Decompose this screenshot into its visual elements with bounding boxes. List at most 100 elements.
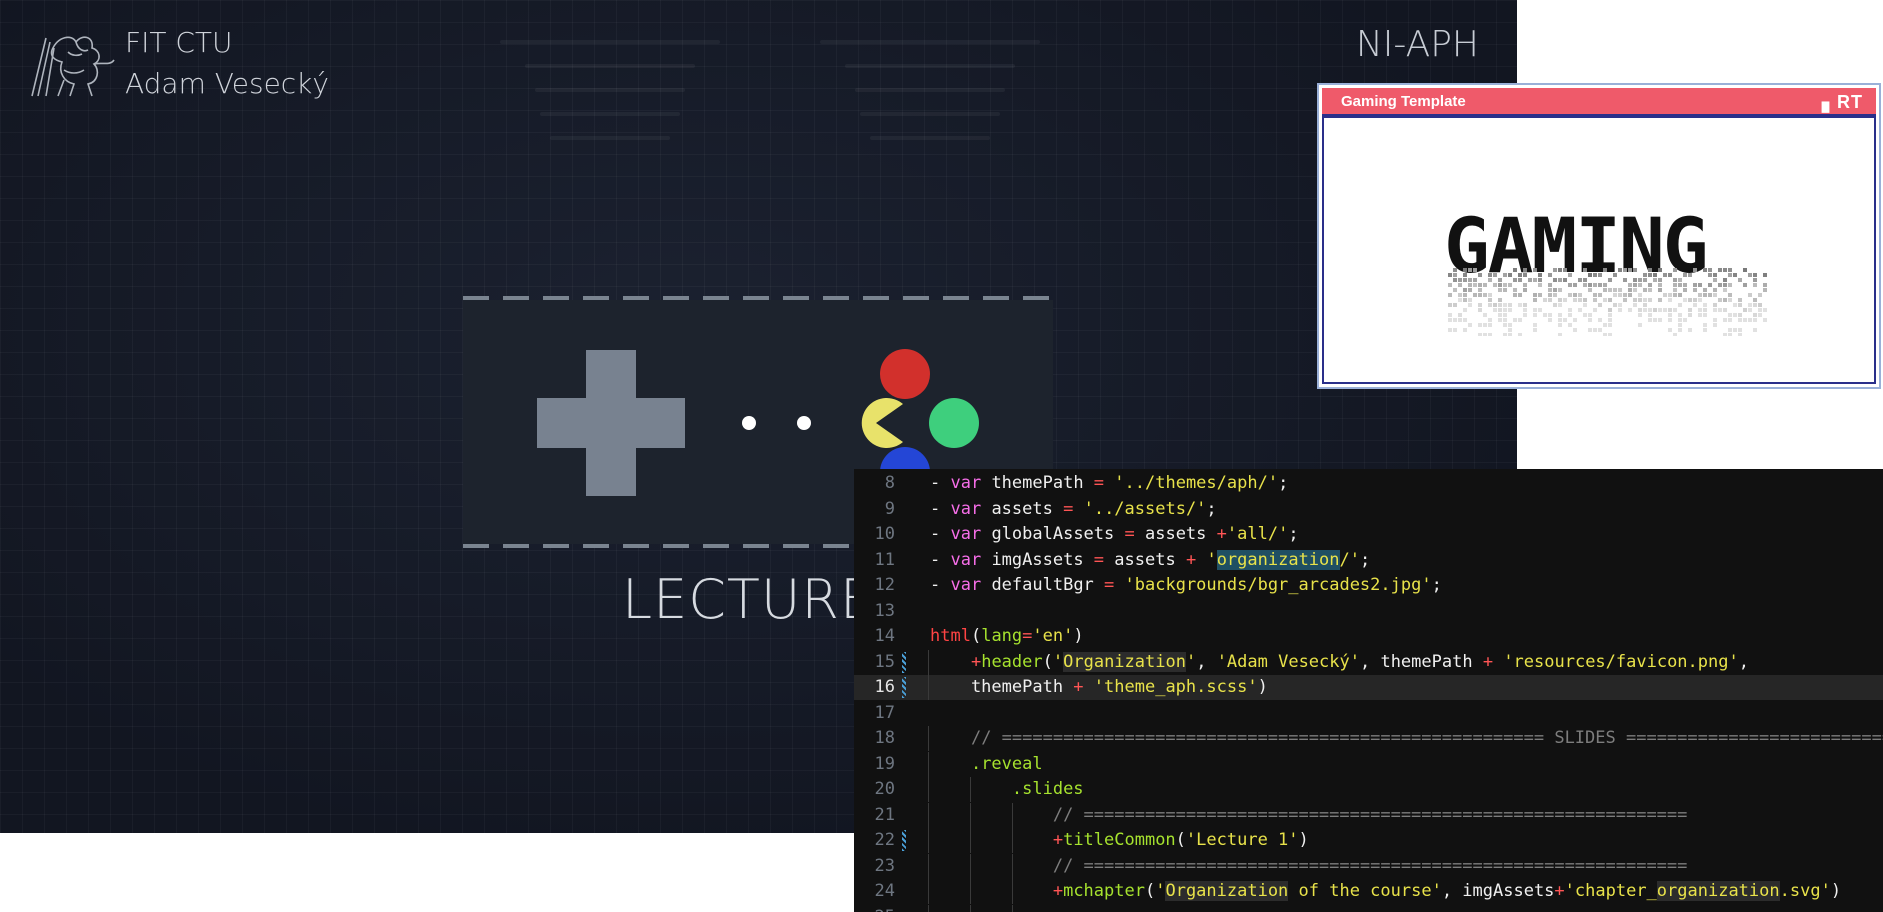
drip-pixel <box>1463 273 1467 277</box>
drip-pixel <box>1638 278 1642 282</box>
code-text[interactable]: - var imgAssets = assets + 'organization… <box>930 548 1370 573</box>
code-token: - <box>930 524 951 544</box>
code-token: themePath <box>981 473 1094 493</box>
drip-pixel <box>1533 268 1537 272</box>
drip-pixel <box>1558 323 1562 327</box>
drip-pixel <box>1468 298 1472 302</box>
code-line[interactable]: 23 // ==================================… <box>854 853 1883 879</box>
window-titlebar[interactable]: Gaming Template ▖RT <box>1322 88 1876 116</box>
drip-pixel <box>1733 313 1737 317</box>
code-line[interactable]: 19 .reveal <box>854 751 1883 777</box>
drip-pixel <box>1593 298 1597 302</box>
code-token: ; <box>1360 549 1371 570</box>
code-token: ; <box>1288 524 1299 544</box>
drip-pixel <box>1548 288 1552 292</box>
drip-pixel <box>1583 278 1587 282</box>
code-line[interactable]: 12 - var defaultBgr = 'backgrounds/bgr_ar… <box>854 573 1883 598</box>
drip-pixel <box>1603 333 1607 336</box>
code-line[interactable]: 20 .slides <box>854 777 1883 802</box>
drip-pixel <box>1588 328 1592 332</box>
code-line[interactable]: 24 +mchapter('Organization of the course… <box>854 879 1883 904</box>
code-line[interactable]: 15 +header('Organization', 'Adam Vesecký… <box>854 649 1883 675</box>
drip-pixel <box>1453 273 1457 277</box>
drip-pixel <box>1513 293 1517 297</box>
drip-pixel <box>1738 303 1742 307</box>
drip-pixel <box>1628 268 1632 272</box>
drip-pixel <box>1713 278 1717 282</box>
code-text[interactable]: + ... <box>930 905 1104 912</box>
code-line[interactable]: 10 - var globalAssets = assets +'all/'; <box>854 522 1883 547</box>
drip-pixel <box>1763 288 1767 292</box>
code-line[interactable]: 9 - var assets = '../assets/'; <box>854 497 1883 522</box>
drip-pixel <box>1563 318 1567 322</box>
code-line[interactable]: 11 - var imgAssets = assets + 'organizati… <box>854 548 1883 573</box>
code-token: 'all/' <box>1226 524 1289 544</box>
drip-pixel <box>1623 298 1627 302</box>
code-token: ( <box>970 626 982 646</box>
drip-pixel <box>1723 318 1727 322</box>
code-text[interactable]: +titleCommon('Lecture 1') <box>930 828 1309 853</box>
code-line[interactable]: 25 + ... <box>854 904 1883 912</box>
code-line[interactable]: 14 html(lang='en') <box>854 624 1883 649</box>
code-text[interactable]: +mchapter('Organization of the course', … <box>930 879 1841 904</box>
code-token: of the course' <box>1288 881 1442 901</box>
drip-pixel <box>1473 293 1477 297</box>
drip-pixel <box>1523 283 1527 287</box>
code-text[interactable]: - var globalAssets = assets +'all/'; <box>930 522 1299 547</box>
code-text[interactable]: // =====================================… <box>930 726 1883 751</box>
drip-pixel <box>1683 318 1687 322</box>
drip-pixel <box>1613 273 1617 277</box>
drip-pixel <box>1558 333 1562 336</box>
code-text[interactable]: +header('Organization', 'Adam Vesecký', … <box>930 650 1749 675</box>
code-token: .slides <box>1011 779 1084 799</box>
drip-pixel <box>1458 283 1462 287</box>
drip-pixel <box>1548 273 1552 277</box>
code-line[interactable]: 18 // ==================================… <box>854 726 1883 751</box>
code-line[interactable]: 16 themePath + 'theme_aph.scss') <box>854 675 1883 700</box>
code-text[interactable]: themePath + 'theme_aph.scss') <box>930 675 1268 700</box>
code-text[interactable]: // =====================================… <box>930 803 1688 828</box>
code-line[interactable]: 13 <box>854 599 1883 624</box>
drip-pixel <box>1503 333 1507 336</box>
code-editor[interactable]: 8 - var themePath = '../themes/aph/'; 9 - v… <box>854 469 1883 912</box>
drip-pixel <box>1608 333 1612 336</box>
code-token: organization <box>1656 881 1780 901</box>
drip-pixel <box>1563 268 1567 272</box>
drip-pixel <box>1758 293 1762 297</box>
code-line[interactable]: 17 <box>854 701 1883 726</box>
code-text[interactable]: - var defaultBgr = 'backgrounds/bgr_arca… <box>930 573 1442 598</box>
code-line[interactable]: 8 - var themePath = '../themes/aph/'; <box>854 471 1883 496</box>
drip-pixel <box>1663 308 1667 312</box>
drip-pixel <box>1523 313 1527 317</box>
drip-pixel <box>1643 288 1647 292</box>
code-text[interactable]: .reveal <box>930 752 1043 777</box>
drip-pixel <box>1643 308 1647 312</box>
drip-pixel <box>1648 318 1652 322</box>
drip-pixel <box>1463 293 1467 297</box>
drip-pixel <box>1503 303 1507 307</box>
code-text[interactable]: - var themePath = '../themes/aph/'; <box>930 471 1288 496</box>
code-text[interactable]: - var assets = '../assets/'; <box>930 497 1217 522</box>
drip-pixel <box>1748 318 1752 322</box>
code-line[interactable]: 21 // ==================================… <box>854 802 1883 828</box>
code-line[interactable]: 22 +titleCommon('Lecture 1') <box>854 828 1883 853</box>
gaming-template-window[interactable]: Gaming Template ▖RT GAMING <box>1317 83 1881 389</box>
line-number: 11 <box>874 549 895 570</box>
drip-pixel <box>1668 308 1672 312</box>
code-text[interactable]: // =====================================… <box>930 854 1688 879</box>
drip-pixel <box>1658 298 1662 302</box>
drip-pixel <box>1658 278 1662 282</box>
code-text[interactable]: .slides <box>930 777 1084 802</box>
drip-pixel <box>1528 278 1532 282</box>
drip-pixel <box>1608 288 1612 292</box>
drip-pixel <box>1538 283 1542 287</box>
drip-pixel <box>1453 268 1457 272</box>
code-token: 'en' <box>1032 626 1074 646</box>
drip-pixel <box>1653 318 1657 322</box>
code-text[interactable]: html(lang='en') <box>930 624 1084 649</box>
drip-pixel <box>1753 273 1757 277</box>
drip-pixel <box>1548 313 1552 317</box>
